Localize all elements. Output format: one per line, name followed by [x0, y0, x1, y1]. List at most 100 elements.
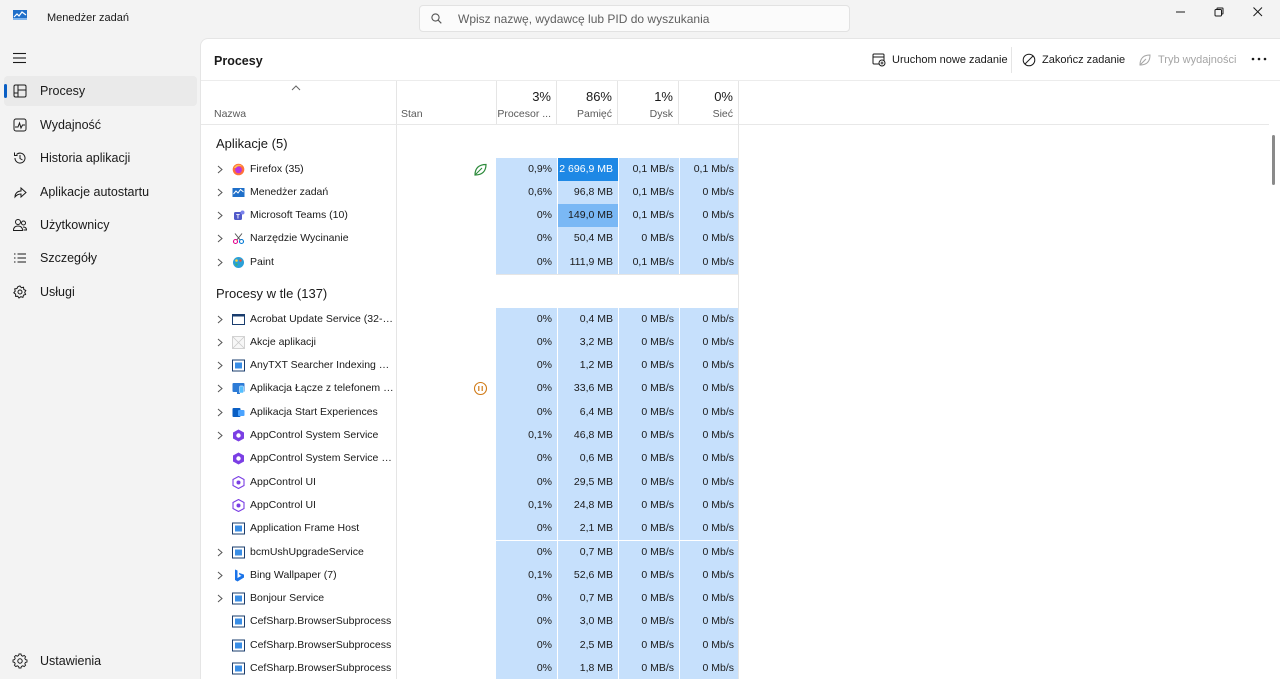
chevron-right-icon[interactable] — [217, 431, 223, 440]
minimize-button[interactable] — [1161, 0, 1201, 24]
column-header-network[interactable]: 0% Sieć — [679, 81, 739, 125]
process-row[interactable]: Firefox (35) 0,9% 2 696,9 MB 0,1 MB/s 0,1 Mb… — [201, 157, 739, 181]
hamburger-menu-icon[interactable] — [12, 52, 28, 64]
sidebar-item-users[interactable]: Użytkownicy — [4, 210, 197, 240]
process-row[interactable]: AppControl UI 0,1% 24,8 MB 0 MB/s 0 Mb/s — [201, 493, 739, 518]
sidebar-item-services[interactable]: Usługi — [4, 277, 197, 307]
column-header-disk[interactable]: 1% Dysk — [618, 81, 679, 125]
sidebar-item-label: Szczegóły — [40, 251, 97, 265]
disk-cell: 0 MB/s — [618, 354, 679, 378]
network-cell: 0 Mb/s — [679, 377, 739, 401]
disk-cell: 0,1 MB/s — [618, 204, 679, 228]
process-row[interactable]: T Microsoft Teams (10) 0% 149,0 MB 0,1 MB/s 0… — [201, 204, 739, 228]
cpu-cell: 0% — [496, 400, 557, 424]
process-row[interactable]: CefSharp.BrowserSubprocess 0% 2,5 MB 0 MB/s… — [201, 633, 739, 657]
disk-cell: 0 MB/s — [618, 377, 679, 401]
search-input[interactable] — [458, 10, 838, 28]
sidebar-item-processes[interactable]: Procesy — [4, 76, 197, 106]
chevron-right-icon[interactable] — [217, 384, 223, 393]
process-name: Firefox (35) — [250, 162, 304, 175]
column-header-cpu[interactable]: 3% Procesor ... — [497, 81, 557, 125]
process-row[interactable]: Bing Wallpaper (7) 0,1% 52,6 MB 0 MB/s 0 Mb/… — [201, 563, 739, 588]
task-manager-app-icon — [13, 10, 27, 20]
memory-cell: 1,8 MB — [557, 657, 618, 679]
process-row[interactable]: CefSharp.BrowserSubprocess 0% 3,0 MB 0 MB/s… — [201, 610, 739, 634]
sidebar-item-label: Użytkownicy — [40, 218, 110, 232]
process-row[interactable]: Paint 0% 111,9 MB 0,1 MB/s 0 Mb/s — [201, 250, 739, 274]
column-header-status[interactable]: Stan — [397, 81, 497, 125]
cpu-cell: 0% — [496, 227, 557, 251]
process-name: Aplikacja Łącze z telefonem (2) — [250, 382, 395, 395]
process-row[interactable]: AnyTXT Searcher Indexing Service 0%1,2 MB… — [201, 354, 739, 378]
memory-cell: 111,9 MB — [557, 250, 618, 274]
column-header-memory[interactable]: 86% Pamięć — [557, 81, 618, 125]
sidebar-item-details[interactable]: Szczegóły — [4, 243, 197, 273]
process-row[interactable]: bcmUshUpgradeService 0% 0,7 MB 0 MB/s 0 Mb/s — [201, 540, 739, 564]
disk-cell: 0,1 MB/s — [618, 157, 679, 181]
sidebar: Procesy Wydajność Historia aplikacji Apl… — [0, 38, 200, 679]
process-row[interactable]: Akcje aplikacji 0% 3,2 MB 0 MB/s 0 Mb/s — [201, 330, 739, 355]
process-row[interactable]: Bonjour Service 0% 0,7 MB 0 MB/s 0 Mb/s — [201, 587, 739, 611]
settings-label: Ustawienia — [40, 654, 102, 668]
page-title: Procesy — [214, 54, 263, 68]
cpu-cell: 0,1% — [496, 563, 557, 588]
memory-cell: 0,7 MB — [557, 540, 618, 564]
chevron-right-icon[interactable] — [217, 211, 223, 220]
process-row[interactable]: AppControl System Service 0,1% 46,8 MB 0 MB… — [201, 424, 739, 448]
sidebar-item-settings[interactable]: Ustawienia — [4, 646, 197, 676]
process-row[interactable]: Aplikacja Łącze z telefonem (2) 0% 33,6 MB… — [201, 377, 739, 401]
service-icon — [232, 615, 245, 628]
sidebar-item-startup-apps[interactable]: Aplikacje autostartu — [4, 177, 197, 207]
more-options-icon[interactable] — [1251, 57, 1267, 61]
chevron-right-icon[interactable] — [217, 338, 223, 347]
vertical-scrollbar[interactable] — [1272, 135, 1275, 185]
end-task-button[interactable]: Zakończ zadanie — [1022, 51, 1125, 69]
chevron-right-icon[interactable] — [217, 258, 223, 267]
process-row[interactable]: Aplikacja Start Experiences 0% 6,4 MB 0 MB/… — [201, 400, 739, 424]
processes-icon — [13, 84, 27, 98]
sidebar-item-label: Wydajność — [40, 118, 102, 132]
service-icon — [232, 639, 245, 652]
memory-cell: 2 696,9 MB — [557, 157, 618, 181]
process-row[interactable]: Application Frame Host 0% 2,1 MB 0 MB/s 0 Mb… — [201, 517, 739, 541]
chevron-right-icon[interactable] — [217, 408, 223, 417]
sort-ascending-icon — [291, 85, 301, 91]
process-name: Paint — [250, 255, 274, 268]
disk-cell: 0 MB/s — [618, 227, 679, 251]
process-name: Application Frame Host — [250, 522, 360, 535]
restore-button[interactable] — [1199, 0, 1239, 24]
chevron-right-icon[interactable] — [217, 548, 223, 557]
chevron-right-icon[interactable] — [217, 594, 223, 603]
run-new-task-button[interactable]: Uruchom nowe zadanie — [872, 51, 1008, 69]
memory-cell: 2,1 MB — [557, 517, 618, 541]
service-icon — [232, 359, 245, 372]
search-box[interactable] — [419, 5, 850, 32]
process-row[interactable]: Narzędzie Wycinanie 0% 50,4 MB 0 MB/s 0 Mb/s — [201, 227, 739, 251]
process-name: Acrobat Update Service (32-bit) — [250, 312, 395, 325]
network-cell: 0 Mb/s — [679, 307, 739, 331]
chevron-right-icon[interactable] — [217, 361, 223, 370]
sidebar-item-app-history[interactable]: Historia aplikacji — [4, 143, 197, 173]
column-label: Nazwa — [214, 108, 247, 120]
chevron-right-icon[interactable] — [217, 188, 223, 197]
network-cell: 0 Mb/s — [679, 563, 739, 588]
chevron-right-icon[interactable] — [217, 315, 223, 324]
close-button[interactable] — [1238, 0, 1278, 24]
active-indicator — [4, 84, 7, 98]
chevron-right-icon[interactable] — [217, 234, 223, 243]
appcontrol-ui-icon — [232, 475, 245, 489]
chevron-right-icon[interactable] — [217, 165, 223, 174]
chevron-right-icon[interactable] — [217, 571, 223, 580]
efficiency-mode-button[interactable]: Tryb wydajności — [1138, 51, 1236, 69]
column-header-name[interactable]: Nazwa — [201, 81, 397, 125]
process-row[interactable]: Menedżer zadań 0,6% 96,8 MB 0,1 MB/s 0 Mb/s — [201, 180, 739, 205]
appcontrol-icon — [233, 429, 244, 442]
network-cell: 0 Mb/s — [679, 633, 739, 657]
process-row[interactable]: AppControl UI 0% 29,5 MB 0 MB/s 0 Mb/s — [201, 470, 739, 494]
process-row[interactable]: AppControl System Service Helper 0%0,6 MB… — [201, 447, 739, 471]
process-row[interactable]: CefSharp.BrowserSubprocess 0% 1,8 MB 0 MB/s… — [201, 657, 739, 679]
cpu-cell: 0% — [496, 204, 557, 228]
process-row[interactable]: Acrobat Update Service (32-bit) 0% 0,4 MB 0… — [201, 307, 739, 331]
sidebar-item-performance[interactable]: Wydajność — [4, 110, 197, 140]
disk-cell: 0 MB/s — [618, 400, 679, 424]
